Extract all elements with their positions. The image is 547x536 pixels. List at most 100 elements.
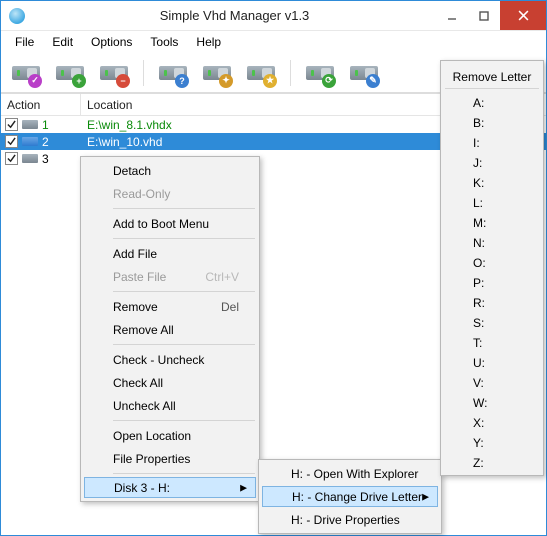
ctx_main-item[interactable]: Open Location [83,424,257,447]
submenu-arrow-icon: ▶ [240,482,247,493]
ctx_main-item[interactable]: Add File [83,242,257,265]
menu-item-label: H: - Open With Explorer [291,467,418,481]
drive-letter-item[interactable]: L: [443,193,541,213]
star-icon: ★ [263,74,277,88]
tool-refresh-button[interactable]: ⟳ [303,58,337,88]
ctx_main-item[interactable]: Remove All [83,318,257,341]
drive-letter-item[interactable]: U: [443,353,541,373]
menu-separator [113,208,255,209]
context-menu-disk: H: - Open With Explorer H: - Change Drive… [258,459,442,534]
tool-settings-button[interactable]: ✦ [200,58,234,88]
menu-separator [113,238,255,239]
menu-separator [113,420,255,421]
ctx_main-item: Read-Only [83,182,257,205]
menu-item-label: Read-Only [113,187,170,201]
ctx_sub-item[interactable]: H: - Change Drive Letter▶ [262,486,438,507]
menu-item-label: Disk 3 - H: [114,481,170,495]
menu-help[interactable]: Help [188,32,229,52]
row-number: 3 [42,152,49,166]
menu-options[interactable]: Options [83,32,140,52]
drive-letter-item[interactable]: X: [443,413,541,433]
menu-item-shortcut: Ctrl+V [205,270,239,284]
check-icon: ✓ [28,74,42,88]
toolbar-separator [143,60,144,86]
row-number: 1 [42,118,49,132]
drive-letter-item[interactable]: W: [443,393,541,413]
drive-letter-item[interactable]: P: [443,273,541,293]
menu-edit[interactable]: Edit [44,32,81,52]
header-action[interactable]: Action [1,94,81,115]
row-checkbox[interactable] [5,152,18,165]
drive-letter-item[interactable]: Z: [443,453,541,473]
gear-icon: ✦ [219,74,233,88]
menu-item-label: Remove All [113,323,174,337]
ctx_main-item[interactable]: Disk 3 - H: ▶ [84,477,256,498]
drive-letter-item[interactable]: V: [443,373,541,393]
tool-properties-button[interactable]: ? [156,58,190,88]
menu-separator [113,344,255,345]
drive-letter-item[interactable]: A: [443,93,541,113]
wrench-icon: ✎ [366,74,380,88]
ctx_main-item[interactable]: Uncheck All [83,394,257,417]
menu-item-label: Add to Boot Menu [113,217,209,231]
menu-item-label: H: - Change Drive Letter [292,490,422,504]
header-location[interactable]: Location [81,94,458,115]
menu-item-label: Remove [113,300,158,314]
refresh-icon: ⟳ [322,74,336,88]
drive-letter-item[interactable]: R: [443,293,541,313]
remove-letter-title: Remove Letter [445,65,539,89]
menu-item-label: H: - Drive Properties [291,513,400,527]
tool-remove-button[interactable]: − [97,58,131,88]
drive-letter-item[interactable]: Y: [443,433,541,453]
window-controls [436,1,546,30]
drive-letter-item[interactable]: M: [443,213,541,233]
menu-item-label: Check - Uncheck [113,353,204,367]
window-title: Simple Vhd Manager v1.3 [33,8,436,23]
menu-separator [113,291,255,292]
plus-icon: + [72,74,86,88]
menu-item-label: File Properties [113,452,190,466]
drive-letter-item[interactable]: J: [443,153,541,173]
tool-add-button[interactable]: + [53,58,87,88]
drive-letter-item[interactable]: N: [443,233,541,253]
tool-attach-button[interactable]: ✓ [9,58,43,88]
toolbar-separator [290,60,291,86]
drive-letter-item[interactable]: T: [443,333,541,353]
titlebar: Simple Vhd Manager v1.3 [1,1,546,31]
drive-letter-item[interactable]: B: [443,113,541,133]
ctx_main-item[interactable]: Add to Boot Menu [83,212,257,235]
ctx_main-item[interactable]: File Properties [83,447,257,470]
app-icon [9,8,25,24]
drive-letter-item[interactable]: K: [443,173,541,193]
ctx_main-item[interactable]: Check - Uncheck [83,348,257,371]
menu-item-label: Paste File [113,270,166,284]
ctx_main-item: Paste File Ctrl+V [83,265,257,288]
row-checkbox[interactable] [5,135,18,148]
ctx_main-item[interactable]: Check All [83,371,257,394]
ctx_sub-item[interactable]: H: - Drive Properties [261,508,439,531]
menu-item-label: Add File [113,247,157,261]
tool-wrench-button[interactable]: ✎ [347,58,381,88]
menu-file[interactable]: File [7,32,42,52]
row-location: E:\win_8.1.vhdx [81,116,458,133]
tool-boot-button[interactable]: ★ [244,58,278,88]
menu-item-shortcut: Del [221,300,239,314]
drive-letter-item[interactable]: I: [443,133,541,153]
disk-icon [22,154,38,163]
maximize-button[interactable] [468,1,500,30]
submenu-arrow-icon: ▶ [422,491,429,502]
row-checkbox[interactable] [5,118,18,131]
ctx_main-item[interactable]: Detach [83,159,257,182]
drive-letter-item[interactable]: S: [443,313,541,333]
menu-item-label: Open Location [113,429,191,443]
minus-icon: − [116,74,130,88]
ctx_sub-item[interactable]: H: - Open With Explorer [261,462,439,485]
menu-item-label: Check All [113,376,163,390]
close-button[interactable] [500,1,546,30]
ctx_main-item[interactable]: Remove Del [83,295,257,318]
minimize-button[interactable] [436,1,468,30]
disk-icon [22,137,38,146]
menu-tools[interactable]: Tools [142,32,186,52]
row-location: E:\win_10.vhd [81,133,458,150]
drive-letter-item[interactable]: O: [443,253,541,273]
